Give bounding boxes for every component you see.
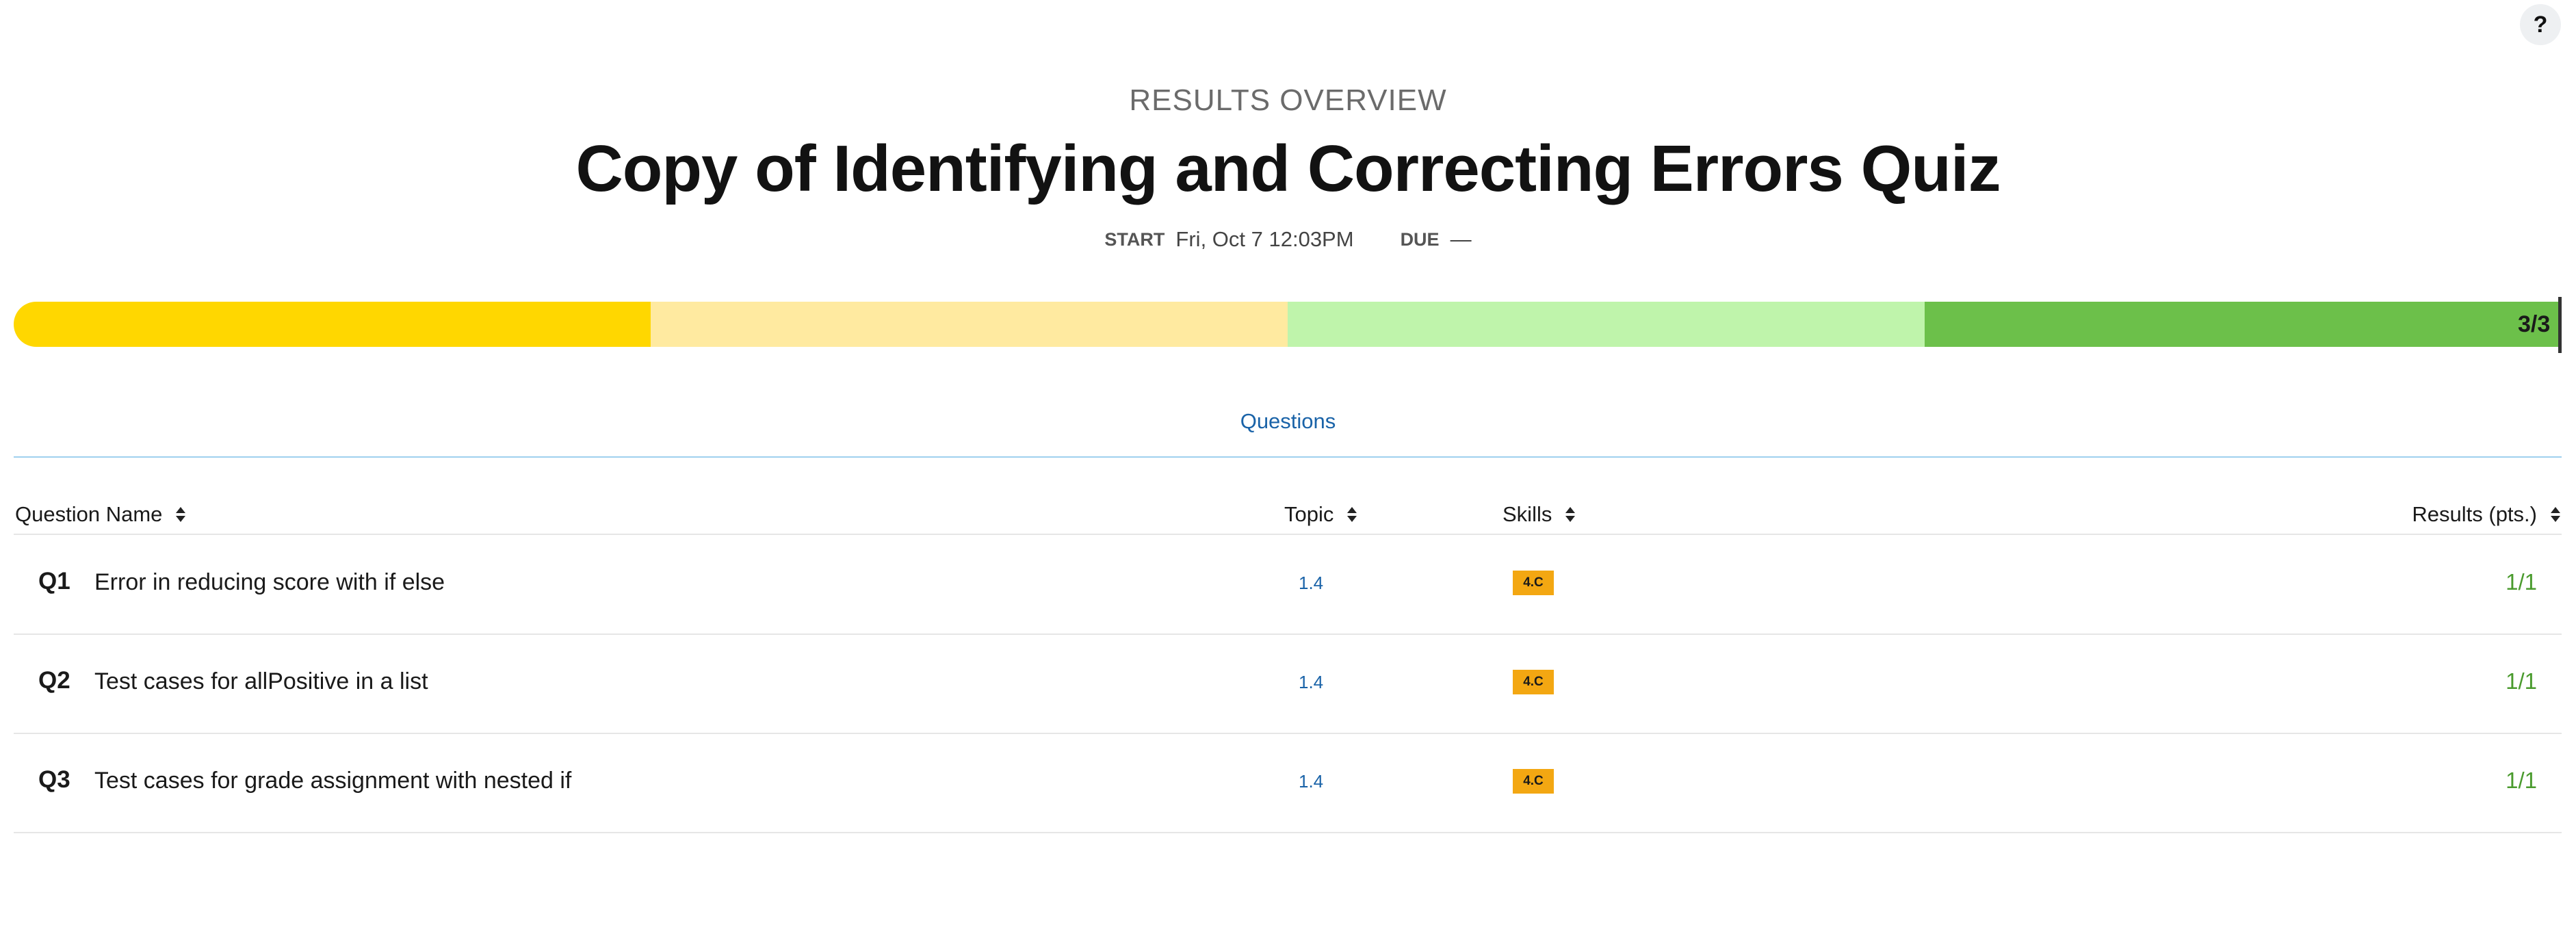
due-value: — xyxy=(1450,227,1472,251)
column-label: Topic xyxy=(1284,502,1334,526)
progress-segment-2 xyxy=(651,302,1288,347)
table-header: Question Name Topic Skills Results (pts.… xyxy=(14,499,2562,535)
progress-segment-3 xyxy=(1288,302,1925,347)
page-eyebrow: RESULTS OVERVIEW xyxy=(1129,83,1447,117)
question-name[interactable]: Error in reducing score with if else xyxy=(94,569,445,596)
topic-link[interactable]: 1.4 xyxy=(1299,672,1323,693)
question-name[interactable]: Test cases for grade assignment with nes… xyxy=(94,768,571,794)
column-topic[interactable]: Topic xyxy=(1284,502,1357,527)
result-score: 1/1 xyxy=(2506,768,2537,793)
tab-underline xyxy=(14,456,2562,458)
start-label: START xyxy=(1104,229,1165,250)
sort-icon[interactable] xyxy=(2551,507,2560,522)
column-label: Question Name xyxy=(15,502,163,526)
progress-segment-4 xyxy=(1925,302,2562,347)
progress-segment-1 xyxy=(14,302,651,347)
column-results[interactable]: Results (pts.) xyxy=(2412,502,2560,527)
table-row[interactable]: Q3 Test cases for grade assignment with … xyxy=(14,733,2562,833)
progress-score-label: 3/3 xyxy=(2518,311,2551,337)
result-score: 1/1 xyxy=(2506,668,2537,694)
result-score: 1/1 xyxy=(2506,569,2537,595)
tab-questions[interactable]: Questions xyxy=(0,409,2576,434)
topic-link[interactable]: 1.4 xyxy=(1299,771,1323,792)
skill-badge: 4.C xyxy=(1513,571,1554,595)
sort-icon[interactable] xyxy=(1565,507,1576,522)
question-name[interactable]: Test cases for allPositive in a list xyxy=(94,668,428,695)
sort-icon[interactable] xyxy=(1347,507,1357,522)
column-label: Results (pts.) xyxy=(2412,502,2537,526)
question-number: Q3 xyxy=(38,766,70,793)
question-number: Q2 xyxy=(38,667,70,694)
start-value: Fri, Oct 7 12:03PM xyxy=(1175,227,1354,251)
quiz-meta: START Fri, Oct 7 12:03PM DUE — xyxy=(0,227,2576,252)
question-number: Q1 xyxy=(38,568,70,595)
page-title: Copy of Identifying and Correcting Error… xyxy=(575,132,2001,205)
skill-badge: 4.C xyxy=(1513,769,1554,794)
column-label: Skills xyxy=(1502,502,1552,526)
progress-end-marker xyxy=(2558,297,2562,353)
due-label: DUE xyxy=(1400,229,1440,250)
column-skills[interactable]: Skills xyxy=(1502,502,1576,527)
help-button[interactable]: ? xyxy=(2520,4,2561,45)
table-row[interactable]: Q1 Error in reducing score with if else … xyxy=(14,535,2562,635)
topic-link[interactable]: 1.4 xyxy=(1299,573,1323,594)
table-row[interactable]: Q2 Test cases for allPositive in a list … xyxy=(14,634,2562,734)
column-question-name[interactable]: Question Name xyxy=(15,502,186,527)
skill-badge: 4.C xyxy=(1513,670,1554,694)
sort-icon[interactable] xyxy=(176,507,186,522)
results-progress-bar xyxy=(14,302,2562,347)
